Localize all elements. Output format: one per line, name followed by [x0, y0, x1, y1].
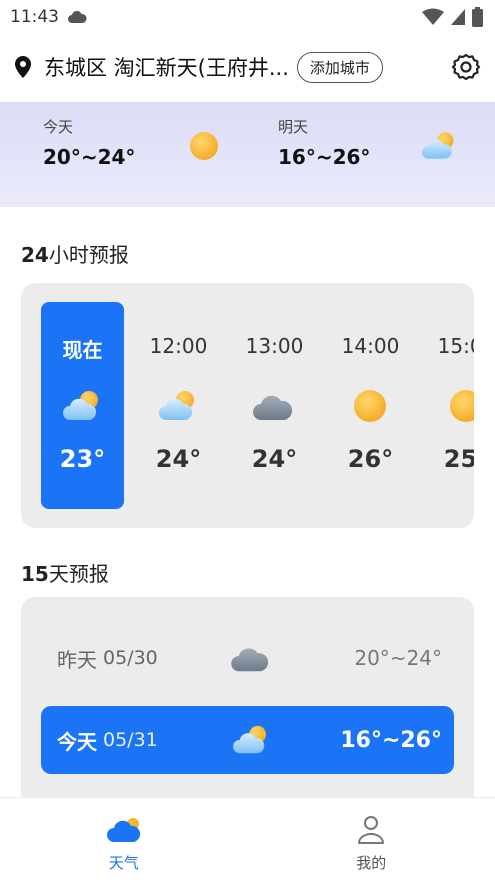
status-bar: 11:43 — [0, 0, 495, 34]
hour-temp: 24° — [155, 445, 202, 473]
status-time: 11:43 — [10, 7, 59, 27]
hour-temp: 25° — [443, 445, 474, 473]
today-tomorrow-banner: 今天 20°~24° 明天 16°~26° — [0, 102, 495, 207]
settings-gear-icon[interactable] — [451, 52, 481, 82]
partly-cloudy-icon — [233, 725, 267, 754]
sun-icon — [190, 132, 218, 160]
day-row-yesterday[interactable]: 昨天 05/30 20°~24° — [41, 624, 454, 692]
today-temp: 20°~24° — [43, 145, 136, 169]
tomorrow-label: 明天 — [278, 118, 309, 136]
day-name: 昨天 — [57, 647, 97, 672]
location-pin-icon[interactable] — [12, 55, 34, 79]
hour-time: 14:00 — [341, 334, 400, 358]
nav-label: 我的 — [356, 854, 387, 872]
cloud-icon — [68, 10, 87, 23]
location-name[interactable]: 东城区 淘汇新天(王府井... — [44, 52, 289, 82]
tomorrow-temp: 16°~26° — [278, 145, 371, 169]
hour-item[interactable]: 14:00 26° — [329, 302, 412, 509]
hour-item-now[interactable]: 现在 23° — [41, 302, 124, 509]
tomorrow-summary[interactable]: 明天 16°~26° — [278, 116, 370, 169]
day-temp-range: 20°~24° — [354, 646, 442, 670]
weather-cloud-icon — [106, 818, 140, 842]
day-date: 05/31 — [103, 729, 158, 751]
cloudy-icon — [253, 395, 293, 420]
partly-cloudy-icon — [159, 391, 194, 420]
signal-icon — [451, 9, 465, 25]
daily-section-title: 15天预报 — [21, 562, 109, 586]
hour-temp: 23° — [59, 445, 106, 473]
hour-time: 15:00 — [437, 334, 474, 358]
day-date: 05/30 — [103, 647, 158, 669]
profile-icon — [358, 816, 385, 844]
hour-item[interactable]: 15:00 25° — [425, 302, 474, 509]
daily-forecast-card[interactable]: 昨天 05/30 20°~24° 今天 05/31 16°~26° — [21, 597, 474, 817]
hour-item[interactable]: 12:00 24° — [137, 302, 220, 509]
location-header: 东城区 淘汇新天(王府井... 添加城市 — [0, 44, 495, 90]
hourly-forecast-card[interactable]: 现在 23° 12:00 24° 13:00 24° 14:00 26° 15:… — [21, 283, 474, 528]
today-label: 今天 — [43, 118, 74, 136]
sun-icon — [354, 390, 386, 422]
partly-cloudy-icon — [421, 132, 454, 159]
nav-tab-profile[interactable]: 我的 — [248, 798, 495, 880]
hour-time: 13:00 — [245, 334, 304, 358]
day-temp-range: 16°~26° — [340, 727, 442, 753]
add-city-button[interactable]: 添加城市 — [296, 51, 383, 83]
sun-icon — [450, 390, 474, 422]
day-name: 今天 — [57, 729, 97, 754]
nav-tab-weather[interactable]: 天气 — [0, 798, 248, 880]
hour-item[interactable]: 13:00 24° — [233, 302, 316, 509]
hourly-section-title: 24小时预报 — [21, 243, 129, 267]
partly-cloudy-icon — [63, 391, 98, 420]
day-row-today[interactable]: 今天 05/31 16°~26° — [41, 706, 454, 774]
hour-temp: 26° — [347, 445, 394, 473]
hour-time: 现在 — [62, 338, 103, 362]
wifi-icon — [422, 8, 444, 25]
nav-label: 天气 — [108, 854, 139, 872]
hour-time: 12:00 — [149, 334, 208, 358]
cloudy-icon — [231, 648, 269, 672]
battery-icon — [472, 7, 483, 27]
bottom-nav: 天气 我的 — [0, 797, 495, 880]
hour-temp: 24° — [251, 445, 298, 473]
today-summary[interactable]: 今天 20°~24° — [43, 116, 135, 169]
